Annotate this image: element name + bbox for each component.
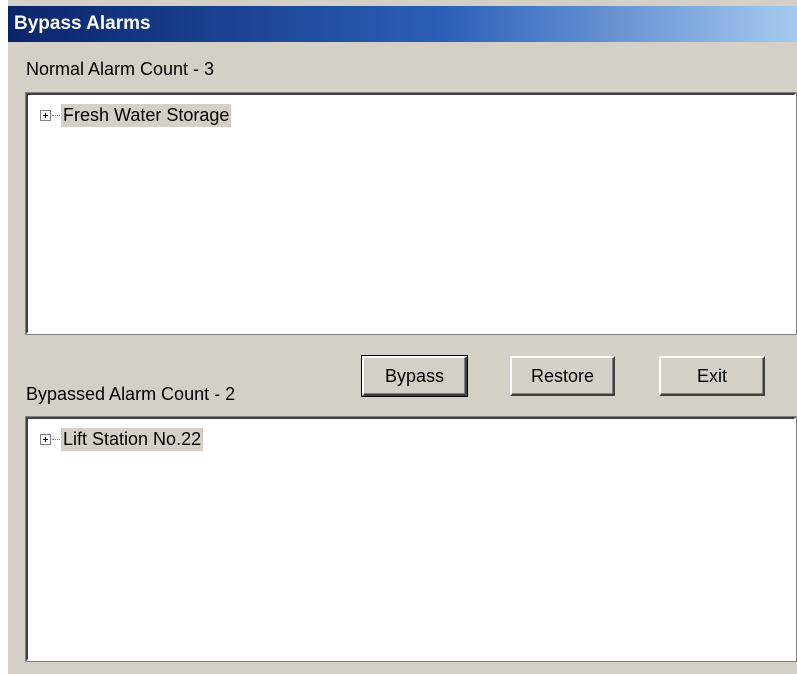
bypass-alarms-dialog: Bypass Alarms Normal Alarm Count - 3 Fre… xyxy=(0,0,797,674)
title-bar[interactable]: Bypass Alarms xyxy=(8,6,797,42)
tree-item-lift-station-no22[interactable]: Lift Station No.22 xyxy=(40,427,204,451)
screen-edge-left xyxy=(0,0,8,674)
bypassed-alarm-count-label: Bypassed Alarm Count - 2 xyxy=(26,384,236,404)
bypassed-alarms-tree[interactable]: Lift Station No.22 xyxy=(25,416,797,662)
expand-plus-icon[interactable] xyxy=(40,433,51,445)
bypass-button[interactable]: Bypass xyxy=(361,355,468,397)
tree-item-fresh-water-storage[interactable]: Fresh Water Storage xyxy=(40,103,232,127)
expand-plus-icon[interactable] xyxy=(40,109,51,121)
tree-connector xyxy=(52,438,60,440)
restore-button[interactable]: Restore xyxy=(510,356,615,396)
tree-connector xyxy=(52,114,60,116)
window-title: Bypass Alarms xyxy=(14,13,151,34)
tree-item-label[interactable]: Fresh Water Storage xyxy=(61,103,232,127)
normal-alarms-tree[interactable]: Fresh Water Storage xyxy=(25,92,797,335)
exit-button[interactable]: Exit xyxy=(659,356,765,396)
tree-item-label[interactable]: Lift Station No.22 xyxy=(61,427,204,451)
normal-alarm-count-label: Normal Alarm Count - 3 xyxy=(26,59,215,79)
